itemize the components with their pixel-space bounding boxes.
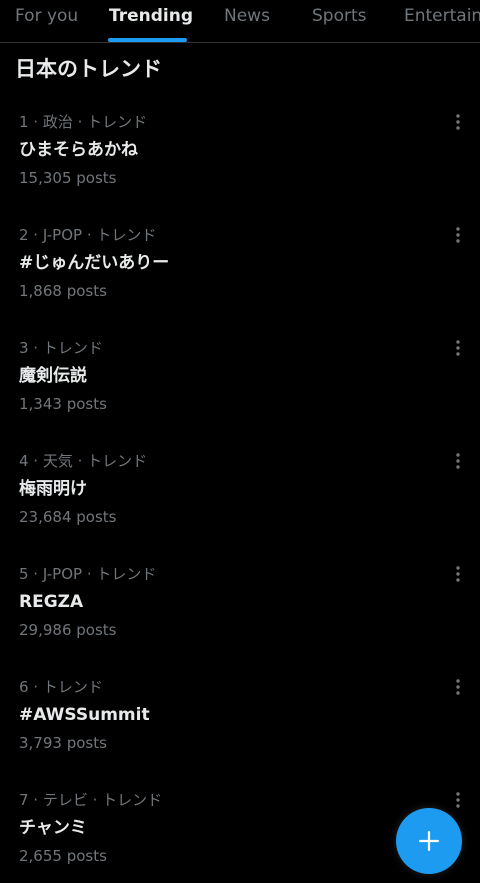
trend-item-2[interactable]: 2 · J-POP · トレンド #じゅんだいありー 1,868 posts: [0, 224, 480, 337]
trend-post-count: 29,986 posts: [19, 621, 117, 639]
trend-name: #じゅんだいありー: [19, 253, 170, 273]
trend-post-count: 2,655 posts: [19, 847, 107, 865]
trend-name: ひまそらあかね: [19, 140, 138, 160]
tab-sports[interactable]: Sports: [312, 0, 367, 42]
more-vertical-icon[interactable]: [450, 452, 466, 470]
tab-news[interactable]: News: [224, 0, 270, 42]
trend-meta: 1 · 政治 · トレンド: [19, 113, 148, 131]
top-tab-bar: For you Trending News Sports Entertainme…: [0, 0, 480, 43]
trend-meta: 3 · トレンド: [19, 339, 103, 357]
tab-for-you[interactable]: For you: [15, 0, 78, 42]
trend-meta: 2 · J-POP · トレンド: [19, 226, 157, 244]
more-vertical-icon[interactable]: [450, 678, 466, 696]
section-title: 日本のトレンド: [15, 57, 162, 81]
trend-item-1[interactable]: 1 · 政治 · トレンド ひまそらあかね 15,305 posts: [0, 111, 480, 224]
trend-post-count: 3,793 posts: [19, 734, 107, 752]
trend-meta: 5 · J-POP · トレンド: [19, 565, 157, 583]
more-vertical-icon[interactable]: [450, 226, 466, 244]
trend-meta: 7 · テレビ · トレンド: [19, 791, 163, 809]
trend-name: チャンミ: [19, 818, 87, 838]
trend-item-4[interactable]: 4 · 天気 · トレンド 梅雨明け 23,684 posts: [0, 450, 480, 563]
trend-post-count: 23,684 posts: [19, 508, 117, 526]
trend-post-count: 1,343 posts: [19, 395, 107, 413]
more-vertical-icon[interactable]: [450, 113, 466, 131]
more-vertical-icon[interactable]: [450, 339, 466, 357]
trend-post-count: 1,868 posts: [19, 282, 107, 300]
trend-meta: 4 · 天気 · トレンド: [19, 452, 148, 470]
trend-name: 梅雨明け: [19, 479, 87, 499]
more-vertical-icon[interactable]: [450, 791, 466, 809]
tab-entertainment[interactable]: Entertainment: [404, 0, 480, 42]
trend-name: REGZA: [19, 592, 84, 612]
plus-icon: [419, 831, 439, 851]
trend-name: #AWSSummit: [19, 705, 150, 725]
more-vertical-icon[interactable]: [450, 565, 466, 583]
tab-trending[interactable]: Trending: [109, 0, 193, 42]
trend-item-6[interactable]: 6 · トレンド #AWSSummit 3,793 posts: [0, 676, 480, 789]
trend-item-3[interactable]: 3 · トレンド 魔剣伝説 1,343 posts: [0, 337, 480, 450]
trend-item-5[interactable]: 5 · J-POP · トレンド REGZA 29,986 posts: [0, 563, 480, 676]
active-tab-indicator: [108, 38, 187, 42]
trend-meta: 6 · トレンド: [19, 678, 103, 696]
trend-name: 魔剣伝説: [19, 366, 87, 386]
compose-button[interactable]: [396, 808, 462, 874]
trend-post-count: 15,305 posts: [19, 169, 117, 187]
